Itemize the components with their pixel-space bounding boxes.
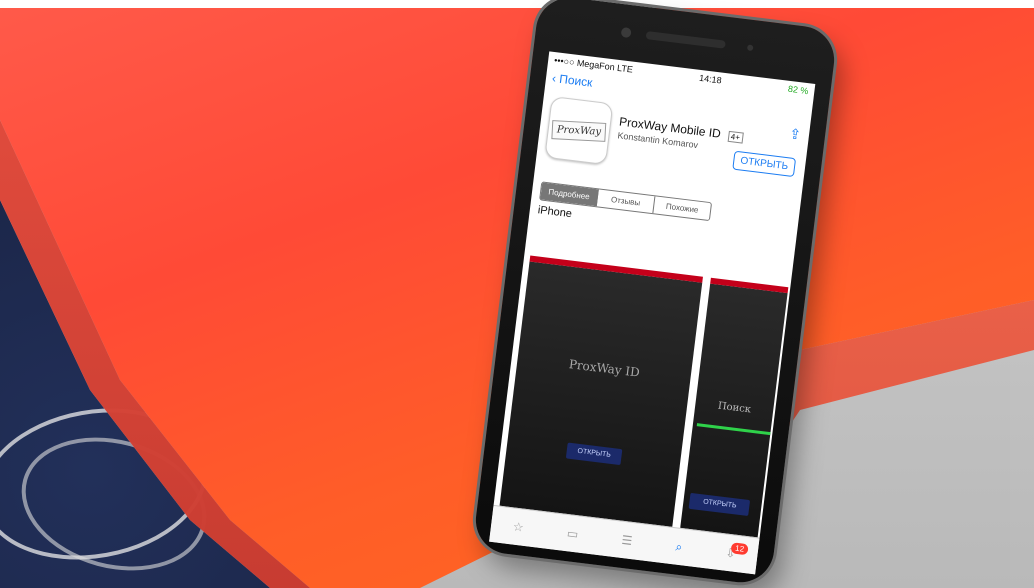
search-tab-icon[interactable]: ⌕ [675, 539, 683, 555]
phone-screen: •••○○ MegaFon LTE 14:18 82 % ‹ Поиск Pro… [489, 51, 816, 575]
app-meta: ProxWay Mobile ID 4+ Konstantin Komarov [614, 105, 802, 189]
screenshot-2-button: ОТКРЫТЬ [689, 492, 751, 517]
photo-background: •••○○ MegaFon LTE 14:18 82 % ‹ Поиск Pro… [0, 0, 1034, 588]
earpiece-speaker [645, 31, 726, 49]
top-charts-tab-icon[interactable]: ☰ [621, 533, 633, 548]
featured-tab-icon[interactable]: ☆ [512, 520, 524, 535]
screenshot-2-title: Поиск [717, 400, 752, 416]
time-label: 14:18 [698, 72, 723, 86]
back-button[interactable]: ‹ Поиск [551, 71, 593, 90]
screenshot-1-title: ProxWay ID [568, 357, 641, 380]
screenshot-1: ProxWay ID ОТКРЫТЬ ⚙ [496, 255, 704, 551]
progress-bar [697, 423, 771, 436]
app-logo-text: ProxWay [551, 119, 607, 142]
back-label: Поиск [558, 71, 594, 90]
proximity-sensor [746, 44, 754, 52]
updates-badge: 12 [730, 542, 749, 556]
app-icon: ProxWay [544, 95, 614, 166]
top-border [0, 0, 1034, 8]
front-camera-icon [620, 26, 632, 39]
share-icon[interactable]: ⇪ [788, 125, 802, 143]
age-rating-badge: 4+ [727, 130, 744, 144]
battery-label: 82 % [787, 83, 809, 97]
screenshot-1-button: ОТКРЫТЬ [565, 442, 623, 466]
categories-tab-icon[interactable]: ▭ [566, 526, 579, 541]
